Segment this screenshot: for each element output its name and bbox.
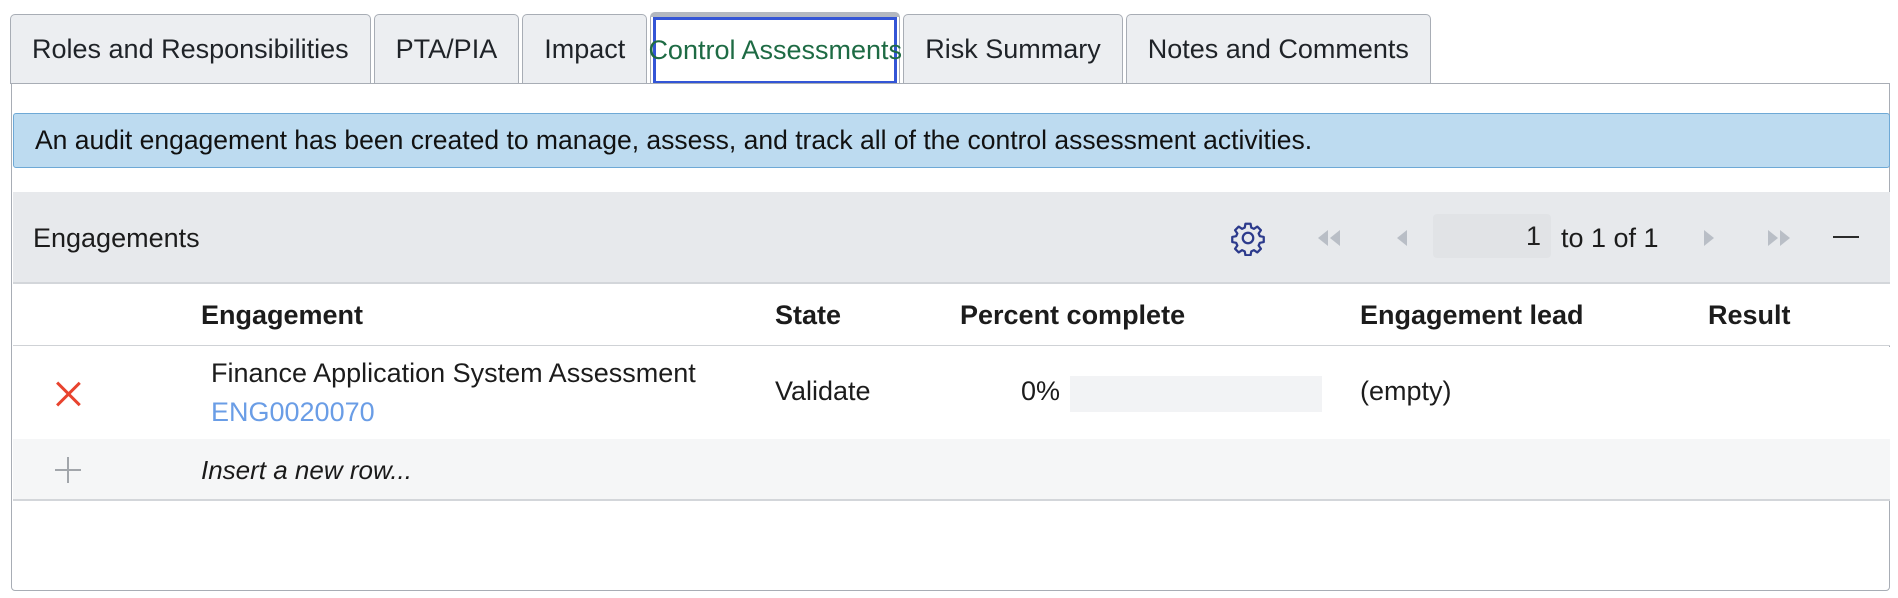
tab-notes-and-comments[interactable]: Notes and Comments <box>1125 14 1431 84</box>
tab-control-assessments[interactable]: Control Assessments <box>648 12 902 84</box>
tab-label: Risk Summary <box>925 34 1101 64</box>
insert-row-text[interactable]: Insert a new row... <box>201 439 412 501</box>
engagement-name: Finance Application System Assessment <box>211 358 696 388</box>
column-header-engagement-lead[interactable]: Engagement lead <box>1360 284 1584 346</box>
page-range-text: to 1 of 1 <box>1561 222 1659 253</box>
tab-impact[interactable]: Impact <box>522 14 648 84</box>
tab-roles-and-responsibilities[interactable]: Roles and Responsibilities <box>10 14 371 84</box>
column-header-result[interactable]: Result <box>1708 284 1791 346</box>
info-message: An audit engagement has been created to … <box>13 113 1890 168</box>
tab-label: Roles and Responsibilities <box>32 34 349 64</box>
engagement-number-link[interactable]: ENG0020070 <box>211 397 375 428</box>
column-header-engagement[interactable]: Engagement <box>201 284 363 346</box>
collapse-icon[interactable] <box>1833 236 1859 238</box>
first-page-icon[interactable] <box>1311 222 1345 254</box>
delete-row-icon[interactable] <box>55 381 81 407</box>
tab-label: Notes and Comments <box>1147 34 1409 64</box>
page-number-input[interactable] <box>1433 214 1551 258</box>
section-tabs: Roles and Responsibilities PTA/PIA Impac… <box>10 12 1434 84</box>
table-header-row: Engagement State Percent complete Engage… <box>13 284 1890 346</box>
tab-panel: An audit engagement has been created to … <box>11 83 1890 591</box>
last-page-icon[interactable] <box>1763 222 1797 254</box>
tab-risk-summary[interactable]: Risk Summary <box>903 14 1123 84</box>
related-list-header: Engagements to 1 of 1 <box>13 192 1890 284</box>
column-header-percent-complete[interactable]: Percent complete <box>960 284 1185 346</box>
related-list-title: Engagements <box>33 222 200 253</box>
tab-focus-ring: Control Assessments <box>648 17 902 84</box>
form-section: Roles and Responsibilities PTA/PIA Impac… <box>0 0 1898 598</box>
engagement-state: Validate <box>775 376 871 406</box>
gear-icon[interactable] <box>1230 220 1266 256</box>
percent-complete-value: 0% <box>1021 376 1061 406</box>
tab-label: PTA/PIA <box>395 34 498 64</box>
previous-page-icon[interactable] <box>1385 222 1419 254</box>
table-row: Finance Application System Assessment EN… <box>13 347 1890 439</box>
plus-icon[interactable] <box>55 457 81 483</box>
tab-label: Control Assessments <box>648 35 903 65</box>
tab-label: Impact <box>544 34 626 64</box>
tab-pta-pia[interactable]: PTA/PIA <box>373 14 520 84</box>
engagement-lead: (empty) <box>1360 376 1452 406</box>
insert-row[interactable]: Insert a new row... <box>13 439 1890 501</box>
column-header-state[interactable]: State <box>775 284 841 346</box>
next-page-icon[interactable] <box>1692 222 1726 254</box>
percent-complete-bar <box>1070 376 1322 412</box>
